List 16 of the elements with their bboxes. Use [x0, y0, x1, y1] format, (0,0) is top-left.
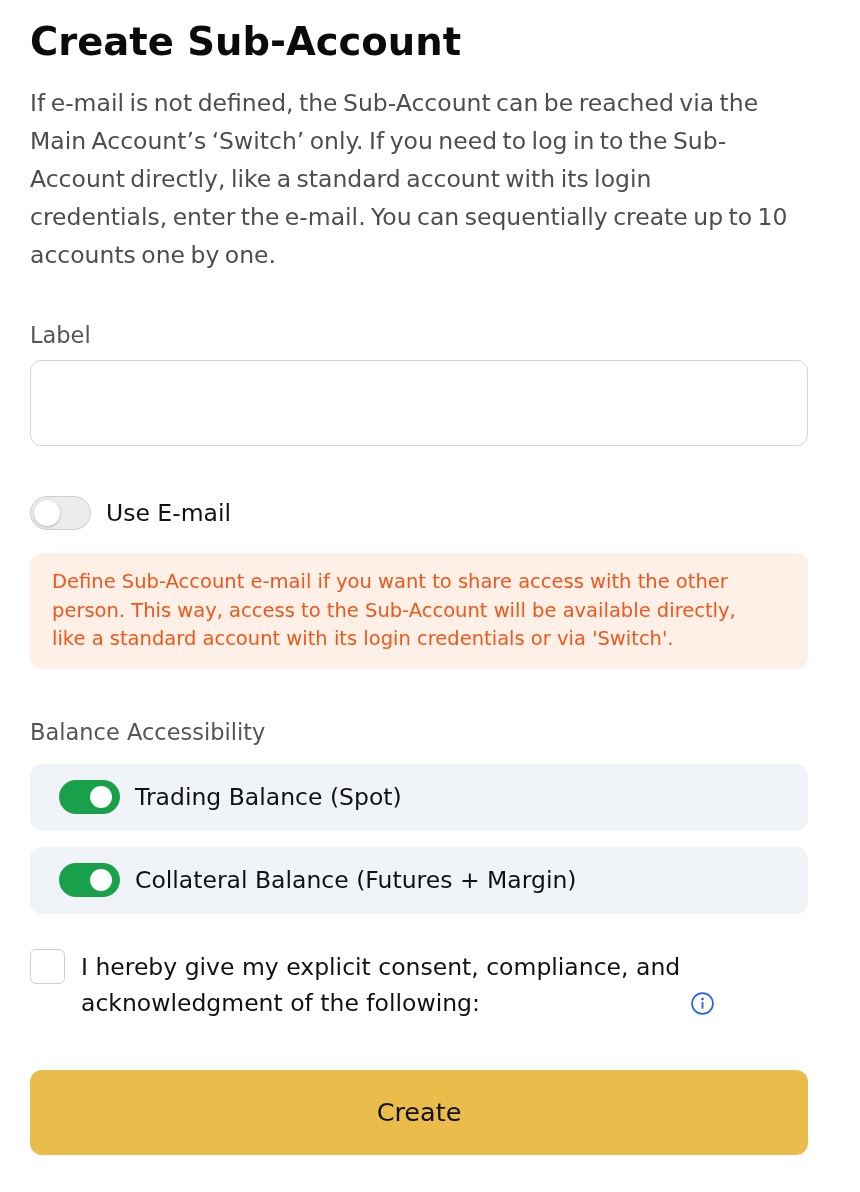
consent-checkbox[interactable]: [30, 948, 65, 984]
page-title: Create Sub-Account: [30, 18, 463, 66]
label-input-field[interactable]: [30, 360, 808, 446]
field-label: Label: [30, 321, 92, 349]
section-heading: Balance Accessibility: [30, 717, 267, 746]
info-icon[interactable]: [691, 991, 714, 1015]
balance-option-label: Trading Balance (Spot): [135, 782, 402, 812]
email-toggle[interactable]: [30, 496, 91, 530]
description-text: If e-mail is not defined, the Sub-Account can be reached via the Main Account’s ‘Switch’ only. If you need to log in to the Sub-Account directly, like a standard account with its login credentials, enter the e-mail. You can sequentially create up to 10 accounts one by one.: [30, 88, 789, 271]
notice-box: Define Sub-Account e-mail if you want to share access with the other person. This way, access to the Sub-Account will be available directly, like a standard account with its login credentials or via 'Switch'.: [30, 553, 808, 669]
consent-text: I hereby give my explicit consent, compliance, and acknowledgment of the following:: [81, 951, 681, 1019]
balance-toggle[interactable]: [59, 863, 120, 897]
balance-option-label: Collateral Balance (Futures + Margin): [135, 865, 577, 895]
balance-toggle[interactable]: [59, 780, 120, 814]
create-button[interactable]: Create: [30, 1069, 808, 1155]
use-email-label: Use E-mail: [106, 498, 232, 528]
